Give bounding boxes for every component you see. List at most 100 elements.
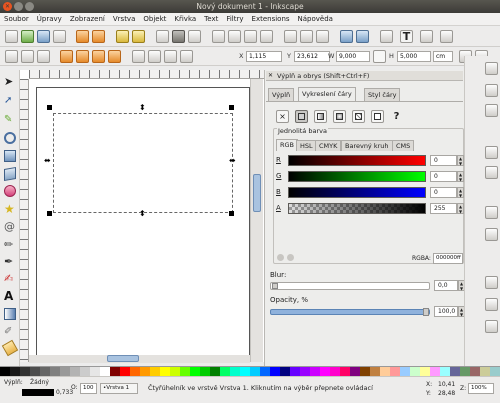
tab-cmyk[interactable]: CMYK bbox=[315, 140, 342, 151]
green-spinner[interactable]: ▲ ▼ bbox=[457, 171, 464, 182]
ellipse-tool-icon[interactable] bbox=[4, 185, 16, 197]
text-font-icon[interactable]: T bbox=[400, 30, 413, 43]
redo-icon[interactable] bbox=[132, 30, 145, 43]
unset-paint-button[interactable]: ? bbox=[390, 110, 403, 123]
tab-stroke-paint[interactable]: Vykreslení čáry bbox=[298, 87, 356, 101]
duplicate-icon[interactable] bbox=[284, 30, 297, 43]
vertical-ruler[interactable] bbox=[20, 79, 29, 362]
horizontal-scrollbar[interactable] bbox=[29, 355, 250, 363]
green-slider[interactable] bbox=[288, 171, 426, 182]
flip-vertical-icon[interactable] bbox=[108, 50, 121, 63]
pen-tool-icon[interactable]: ✒ bbox=[4, 256, 16, 268]
menu-edit[interactable]: Úpravy bbox=[37, 15, 62, 23]
zoom-input[interactable]: 100% bbox=[468, 383, 494, 394]
text-tool-icon[interactable]: A bbox=[4, 290, 16, 302]
scale-handle-top-left[interactable] bbox=[47, 105, 52, 110]
cut-icon[interactable] bbox=[172, 30, 185, 43]
menu-extensions[interactable]: Extensions bbox=[252, 15, 290, 23]
eraser-tool-icon[interactable] bbox=[1, 339, 19, 357]
gradient-tool-icon[interactable] bbox=[4, 308, 16, 320]
linear-gradient-button[interactable] bbox=[314, 110, 327, 123]
height-field[interactable]: 5,000 bbox=[397, 51, 431, 62]
zoom-page-icon[interactable] bbox=[244, 30, 257, 43]
scale-handle-bottom-left[interactable] bbox=[47, 211, 52, 216]
pencil-tool-icon[interactable]: ✏ bbox=[4, 239, 16, 251]
menu-layer[interactable]: Vrstva bbox=[113, 15, 136, 23]
red-spinner[interactable]: ▲ ▼ bbox=[457, 155, 464, 166]
red-input[interactable]: 0 bbox=[430, 155, 457, 166]
alpha-slider[interactable] bbox=[288, 203, 426, 214]
raise-icon[interactable] bbox=[148, 50, 161, 63]
zoom-tool-icon[interactable] bbox=[4, 132, 16, 144]
dropper-tool-icon[interactable]: ✐ bbox=[4, 326, 16, 338]
snap-grid-icon[interactable] bbox=[485, 298, 498, 311]
selected-rectangle[interactable] bbox=[53, 113, 233, 213]
calligraphy-tool-icon[interactable]: ✍ bbox=[4, 273, 16, 285]
vertical-scrollbar[interactable] bbox=[250, 79, 263, 362]
pattern-button[interactable] bbox=[352, 110, 365, 123]
lower-icon[interactable] bbox=[164, 50, 177, 63]
menu-object[interactable]: Objekt bbox=[143, 15, 166, 23]
undo-icon[interactable] bbox=[116, 30, 129, 43]
alpha-input[interactable]: 255 bbox=[430, 203, 457, 214]
y-field[interactable]: 23,612 bbox=[294, 51, 330, 62]
scale-handle-bottom[interactable]: ⬍ bbox=[139, 210, 146, 218]
snap-bbox-edges-icon[interactable] bbox=[485, 104, 498, 117]
horizontal-scroll-thumb[interactable] bbox=[107, 355, 139, 362]
rectangle-tool-icon[interactable] bbox=[4, 150, 16, 162]
paste-icon[interactable] bbox=[188, 30, 201, 43]
spiral-tool-icon[interactable]: @ bbox=[4, 221, 16, 233]
horizontal-ruler[interactable] bbox=[29, 70, 265, 79]
unit-select[interactable]: cm bbox=[433, 51, 453, 62]
lower-to-bottom-icon[interactable] bbox=[180, 50, 193, 63]
snap-paths-icon[interactable] bbox=[485, 166, 498, 179]
minimize-window-icon[interactable] bbox=[14, 2, 23, 11]
red-slider[interactable] bbox=[288, 155, 426, 166]
tab-stroke-style[interactable]: Styl čáry bbox=[364, 88, 401, 101]
zoom-width-icon[interactable] bbox=[260, 30, 273, 43]
fill-stroke-icon[interactable] bbox=[380, 30, 393, 43]
save-icon[interactable] bbox=[37, 30, 50, 43]
menu-text[interactable]: Text bbox=[204, 15, 218, 23]
snap-nodes-icon[interactable] bbox=[485, 146, 498, 159]
alpha-spinner[interactable]: ▲ ▼ bbox=[457, 203, 464, 214]
rotate-ccw-icon[interactable] bbox=[60, 50, 73, 63]
panel-close-icon[interactable]: ✕ bbox=[268, 72, 273, 79]
scale-handle-top-right[interactable] bbox=[229, 105, 234, 110]
opacity-input[interactable]: 100,0 bbox=[434, 306, 458, 317]
tweak-tool-icon[interactable]: ✎ bbox=[4, 114, 16, 126]
swatch-button[interactable] bbox=[371, 110, 384, 123]
green-input[interactable]: 0 bbox=[430, 171, 457, 182]
scale-handle-left[interactable]: ⬌ bbox=[44, 157, 51, 165]
menu-path[interactable]: Křivka bbox=[174, 15, 196, 23]
raise-to-top-icon[interactable] bbox=[132, 50, 145, 63]
width-field[interactable]: 9,000 bbox=[336, 51, 370, 62]
align-distribute-icon[interactable] bbox=[440, 30, 453, 43]
color-picker-arrow-icon[interactable] bbox=[277, 254, 284, 261]
vertical-scroll-thumb[interactable] bbox=[253, 174, 261, 212]
close-window-icon[interactable]: ✕ bbox=[3, 2, 12, 11]
opacity-slider-knob[interactable] bbox=[423, 308, 429, 316]
copy-icon[interactable] bbox=[156, 30, 169, 43]
snap-centers-icon[interactable] bbox=[485, 228, 498, 241]
rotate-cw-icon[interactable] bbox=[76, 50, 89, 63]
tab-cms[interactable]: CMS bbox=[392, 140, 415, 151]
opacity-slider[interactable] bbox=[270, 308, 430, 316]
select-all-icon[interactable] bbox=[5, 50, 18, 63]
node-tool-icon[interactable]: ➚ bbox=[4, 95, 16, 107]
tab-hsl[interactable]: HSL bbox=[296, 140, 317, 151]
snap-bbox-icon[interactable] bbox=[485, 84, 498, 97]
unlink-clone-icon[interactable] bbox=[316, 30, 329, 43]
export-icon[interactable] bbox=[92, 30, 105, 43]
layer-select[interactable]: •Vrstva 1 bbox=[100, 383, 138, 394]
blur-input[interactable]: 0,0 bbox=[434, 280, 458, 291]
snap-guides-icon[interactable] bbox=[485, 320, 498, 333]
scale-handle-bottom-right[interactable] bbox=[229, 211, 234, 216]
rgba-input[interactable]: 000000ff bbox=[433, 253, 463, 264]
scale-handle-top[interactable]: ⬍ bbox=[139, 104, 146, 112]
opacity-status-input[interactable]: 100 bbox=[80, 383, 97, 394]
x-field[interactable]: 1,115 bbox=[246, 51, 282, 62]
menu-file[interactable]: Soubor bbox=[4, 15, 29, 23]
lock-ratio-icon[interactable] bbox=[373, 50, 386, 63]
blue-input[interactable]: 0 bbox=[430, 187, 457, 198]
